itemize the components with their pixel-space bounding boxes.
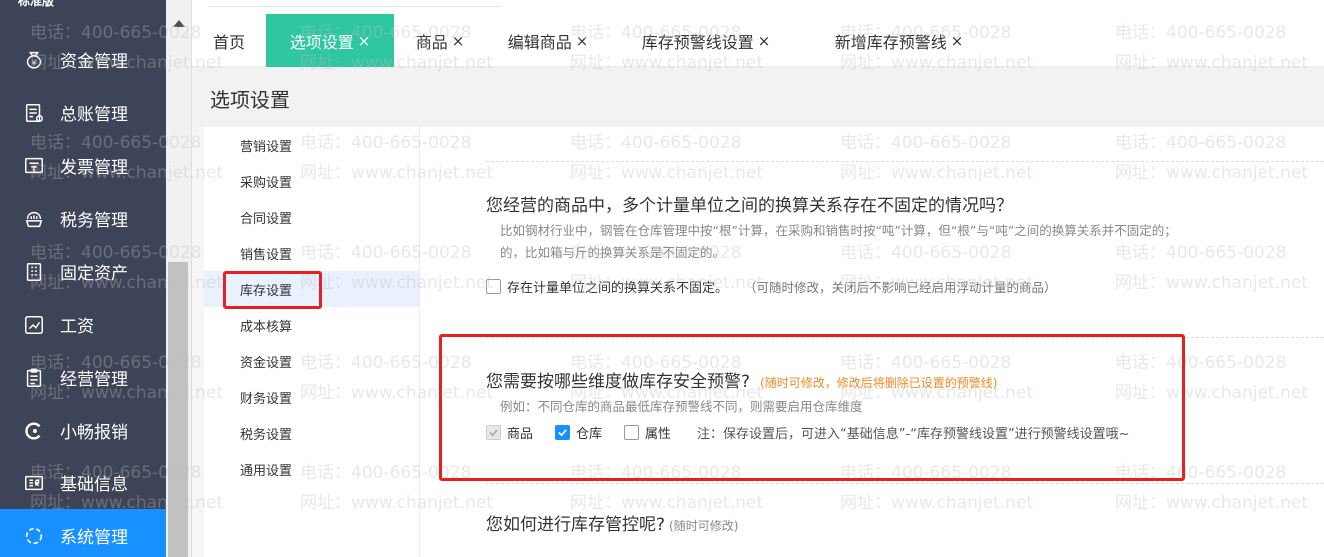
close-icon[interactable]: × <box>576 32 589 50</box>
salary-chart-icon <box>22 313 46 337</box>
sidebar-item-fixed-assets[interactable]: 固定资产 <box>0 245 166 298</box>
sidebar-item-label: 小畅报销 <box>60 423 128 443</box>
section-divider <box>486 161 1324 162</box>
nav-item-contract[interactable]: 合同设置 <box>204 199 419 235</box>
sidebar-item-label: 发票管理 <box>60 158 128 178</box>
unit-option-row: 存在计量单位之间的换算关系不固定。 （可随时修改，关闭后不影响已经启用浮动计量的… <box>486 277 1057 296</box>
unit-question-desc-2: 的，比如箱与斤的换算关系是不固定的。 <box>500 245 726 260</box>
tab-bar: 首页 选项设置 × 商品 × 编辑商品 × 库存预警线设置 × 新增库存预警线 … <box>192 14 1324 67</box>
nav-item-tax[interactable]: 税务设置 <box>204 415 419 451</box>
sidebar-item-label: 工资 <box>60 317 94 337</box>
building-icon <box>22 260 46 284</box>
control-hint: (随时可修改) <box>669 519 739 533</box>
sidebar-item-system[interactable]: 系统管理 <box>0 509 166 557</box>
sidebar-item-operations[interactable]: 经营管理 <box>0 351 166 404</box>
tab-label: 新增库存预警线 <box>834 32 947 52</box>
unit-question-desc-1: 比如钢材行业中，钢管在仓库管理中按“根”计算，在采购和销售时按“吨”计算，但“根… <box>500 223 1177 238</box>
scrollbar-thumb[interactable] <box>168 262 188 557</box>
sidebar-item-reimburse[interactable]: 小畅报销 <box>0 404 166 457</box>
sidebar-item-ledger[interactable]: 总账管理 <box>0 86 166 139</box>
option-product: 商品 <box>486 423 533 442</box>
tax-icon <box>22 207 46 231</box>
invoice-icon <box>22 154 46 178</box>
control-question-title: 您如何进行库存管控呢? (随时可修改) <box>486 510 738 535</box>
nav-item-funds[interactable]: 资金设置 <box>204 343 419 379</box>
sidebar-item-invoice[interactable]: 发票管理 <box>0 139 166 192</box>
nav-item-marketing[interactable]: 营销设置 <box>204 127 419 163</box>
tab-edit-product[interactable]: 编辑商品 × <box>486 14 610 67</box>
attribute-checkbox[interactable] <box>624 425 640 440</box>
sidebar-item-label: 税务管理 <box>60 211 128 231</box>
sidebar-item-label: 资金管理 <box>60 52 128 72</box>
nav-gutter <box>192 127 204 557</box>
tab-products[interactable]: 商品 × <box>394 14 486 67</box>
alert-question-desc: 例如：不同仓库的商品最低库存预警线不同，则需要启用仓库维度 <box>500 399 863 414</box>
floating-unit-label: 存在计量单位之间的换算关系不固定。 <box>507 281 729 296</box>
alert-options-row: 商品 仓库 属性 注：保存设置后，可进入“基础信息”-“库存预警线设置”进行预警… <box>486 423 1130 442</box>
control-title-text: 您如何进行库存管控呢? <box>486 515 666 535</box>
page-header: 选项设置 <box>192 67 1324 127</box>
nav-item-finance[interactable]: 财务设置 <box>204 379 419 415</box>
tab-label: 首页 <box>212 32 245 52</box>
section-divider <box>486 337 1324 338</box>
sidebar-item-tax[interactable]: 税务管理 <box>0 192 166 245</box>
nav-item-sales[interactable]: 销售设置 <box>204 235 419 271</box>
page-title: 选项设置 <box>210 88 290 112</box>
reimburse-icon <box>22 419 46 443</box>
option-attribute: 属性 <box>624 423 671 442</box>
tab-label: 选项设置 <box>289 32 354 52</box>
edition-label: 标准版 <box>18 0 55 8</box>
tab-label: 编辑商品 <box>507 32 572 52</box>
floating-unit-note: （可随时修改，关闭后不影响已经启用浮动计量的商品） <box>744 280 1057 295</box>
nav-item-purchase[interactable]: 采购设置 <box>204 163 419 199</box>
sidebar-item-label: 系统管理 <box>60 528 128 548</box>
main-sidebar: 标准版 ¥ 资金管理 总账管理 发票管理 税务管理 固定资产 工资 经营管理 小… <box>0 0 166 557</box>
alert-question-title: 您需要按哪些维度做库存安全预警? (随时可修改，修改后将删除已设置的预警线) <box>486 367 997 392</box>
tab-label: 商品 <box>415 32 448 52</box>
money-bag-icon: ¥ <box>22 48 46 72</box>
ledger-icon <box>22 101 46 125</box>
sidebar-item-label: 总账管理 <box>60 105 128 125</box>
sidebar-item-label: 固定资产 <box>60 264 128 284</box>
nav-item-general[interactable]: 通用设置 <box>204 451 419 487</box>
alert-save-note: 注：保存设置后，可进入“基础信息”-“库存预警线设置”进行预警线设置哦~ <box>697 427 1130 442</box>
product-label: 商品 <box>507 427 534 442</box>
tab-stock-alert-settings[interactable]: 库存预警线设置 × <box>610 14 802 67</box>
close-icon[interactable]: × <box>452 32 465 50</box>
tab-home[interactable]: 首页 <box>192 14 266 67</box>
alert-title-text: 您需要按哪些维度做库存安全预警? <box>486 372 751 392</box>
section-divider <box>486 483 1324 484</box>
nav-item-costing[interactable]: 成本核算 <box>204 307 419 343</box>
top-divider <box>208 6 502 7</box>
warehouse-label: 仓库 <box>576 427 603 442</box>
sidebar-item-label: 经营管理 <box>60 370 128 390</box>
sidebar-item-funds[interactable]: ¥ 资金管理 <box>0 33 166 86</box>
sidebar-item-salary[interactable]: 工资 <box>0 298 166 351</box>
sidebar-scrollbar[interactable] <box>166 0 192 557</box>
tab-label: 库存预警线设置 <box>641 32 754 52</box>
attribute-label: 属性 <box>645 427 672 442</box>
settings-nav: 营销设置 采购设置 合同设置 销售设置 库存设置 成本核算 资金设置 财务设置 … <box>204 127 419 557</box>
unit-question-title: 您经营的商品中，多个计量单位之间的换算关系存在不固定的情况吗？ <box>486 196 1013 216</box>
warehouse-checkbox[interactable] <box>555 425 571 440</box>
settings-content: 您经营的商品中，多个计量单位之间的换算关系存在不固定的情况吗？ 比如钢材行业中，… <box>420 127 1324 557</box>
nav-item-inventory[interactable]: 库存设置 <box>204 271 419 307</box>
floating-unit-checkbox[interactable] <box>486 279 501 294</box>
sidebar-item-label: 基础信息 <box>60 475 128 495</box>
option-warehouse: 仓库 <box>555 423 602 442</box>
product-checkbox <box>486 425 501 440</box>
tab-new-stock-alert[interactable]: 新增库存预警线 × <box>802 14 996 67</box>
alert-hint: (随时可修改，修改后将删除已设置的预警线) <box>760 376 998 390</box>
close-icon[interactable]: × <box>358 32 371 50</box>
info-card-icon <box>22 471 46 495</box>
sidebar-item-basic-info[interactable]: 基础信息 <box>0 456 166 509</box>
close-icon[interactable]: × <box>951 32 964 50</box>
tab-options[interactable]: 选项设置 × <box>266 14 394 67</box>
system-icon <box>22 524 46 548</box>
svg-text:¥: ¥ <box>32 58 37 67</box>
close-icon[interactable]: × <box>758 32 771 50</box>
clipboard-icon <box>22 366 46 390</box>
scroll-up-arrow-icon[interactable] <box>173 20 185 27</box>
